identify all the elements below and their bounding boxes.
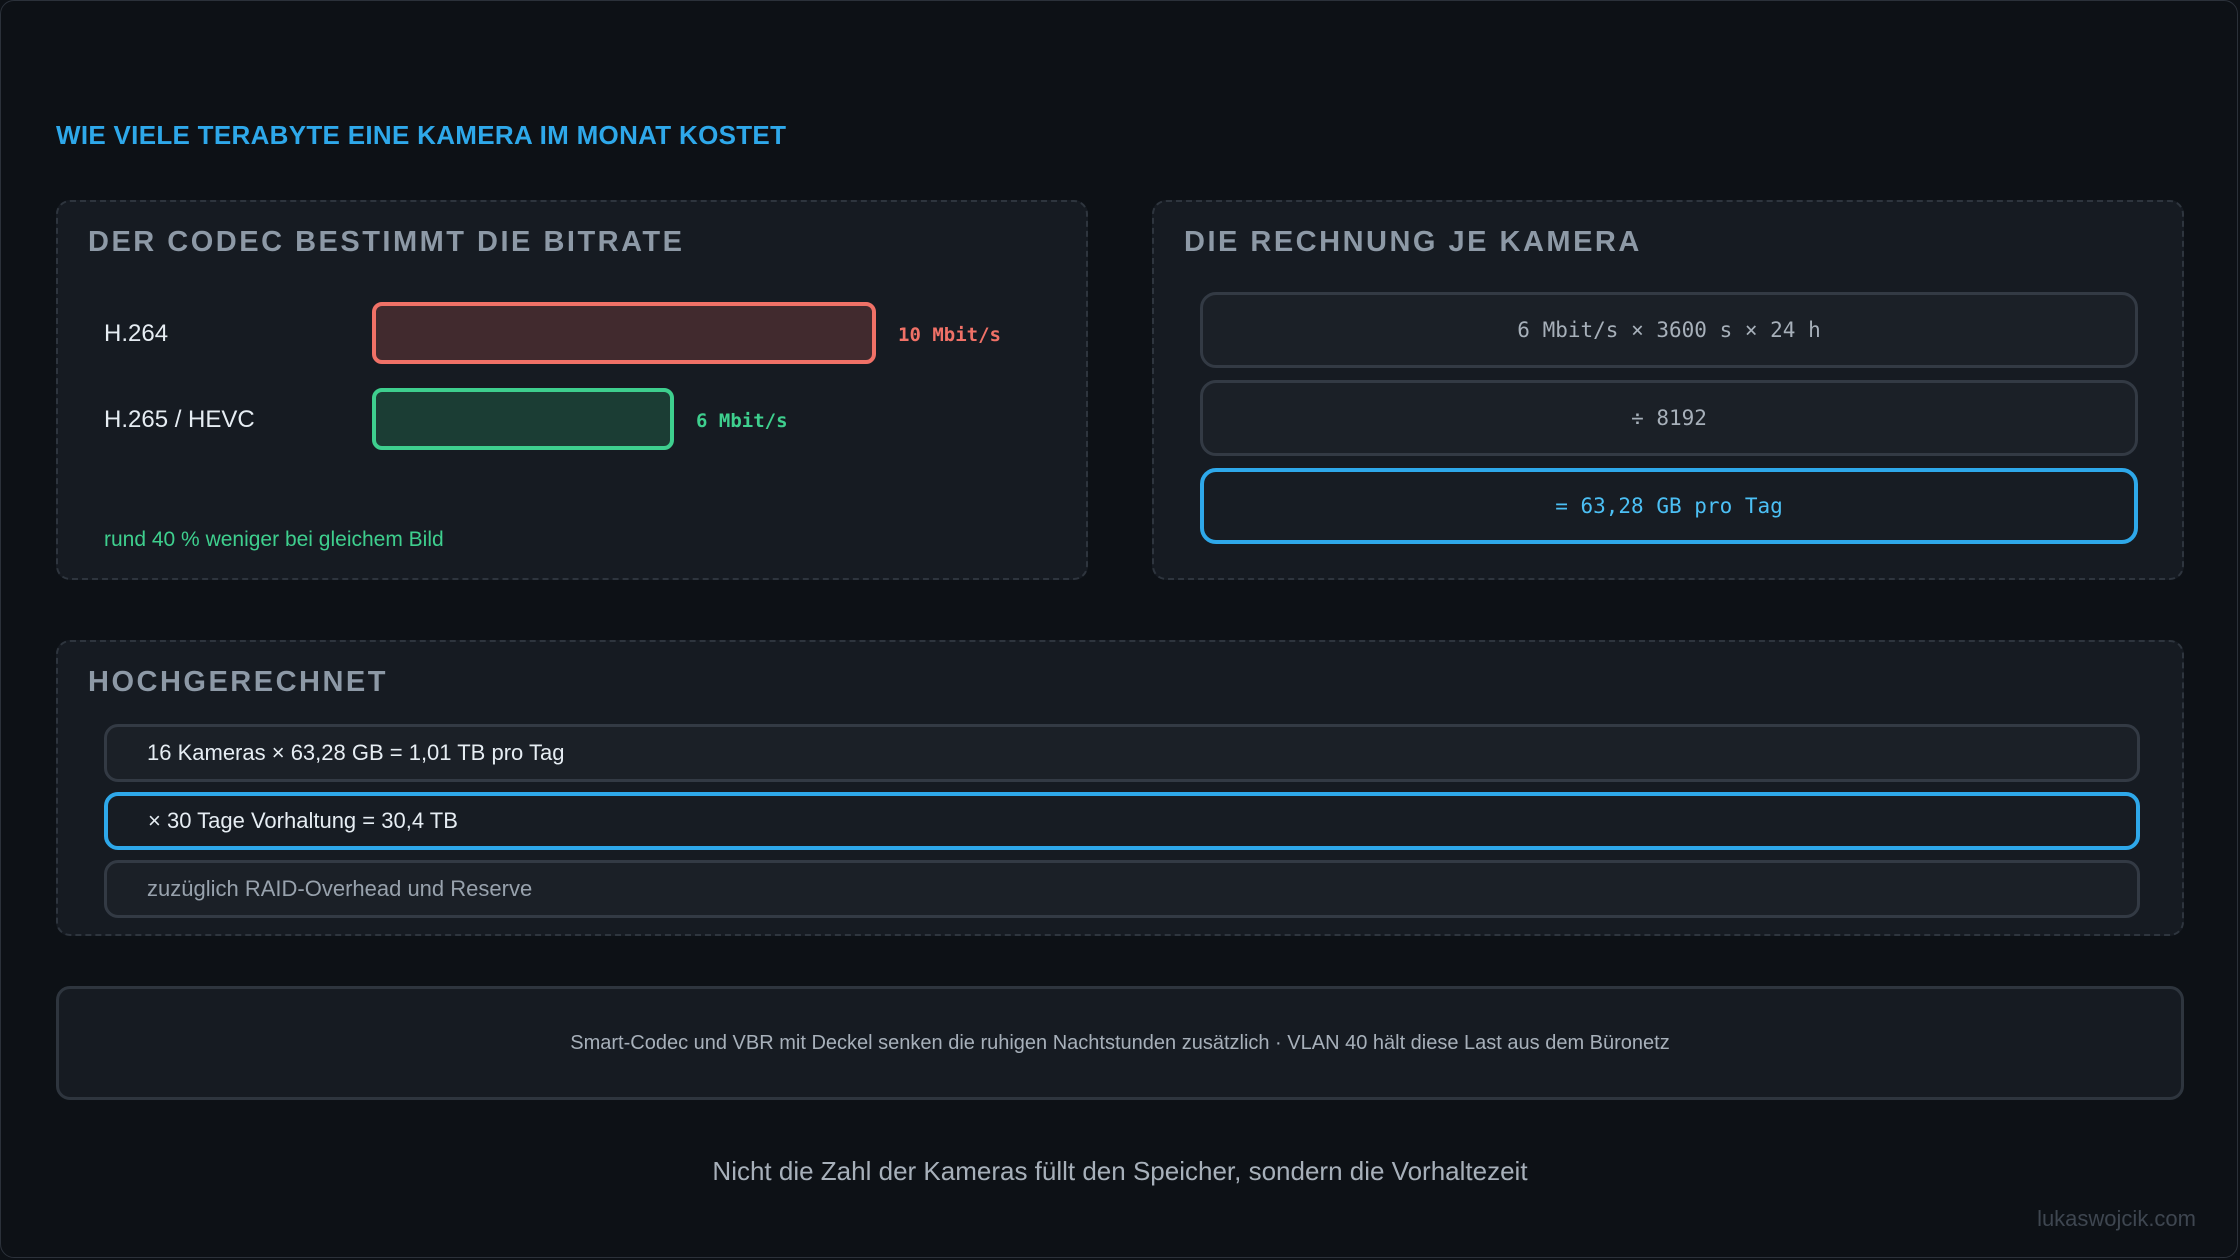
calc-panel: DIE RECHNUNG JE KAMERA 6 Mbit/s × 3600 s… [1152, 200, 2184, 580]
codec-row-h264: H.264 10 Mbit/s [58, 302, 1086, 368]
codec-label: H.265 / HEVC [104, 406, 255, 433]
scale-panel-title: HOCHGERECHNET [88, 666, 388, 698]
codec-panel: DER CODEC BESTIMMT DIE BITRATE H.264 10 … [56, 200, 1088, 580]
codec-label: H.264 [104, 320, 169, 347]
info-note: Smart-Codec und VBR mit Deckel senken di… [56, 986, 2184, 1100]
codec-panel-title: DER CODEC BESTIMMT DIE BITRATE [88, 226, 685, 258]
calc-step: 6 Mbit/s × 3600 s × 24 h [1200, 292, 2138, 368]
scale-row-muted: zuzüglich RAID-Overhead und Reserve [104, 860, 2140, 918]
calc-step: ÷ 8192 [1200, 380, 2138, 456]
savings-note: rund 40 % weniger bei gleichem Bild [104, 528, 444, 551]
codec-row-h265: H.265 / HEVC 6 Mbit/s [58, 388, 1086, 454]
bitrate-value: 6 Mbit/s [696, 410, 788, 432]
scale-row: 16 Kameras × 63,28 GB = 1,01 TB pro Tag [104, 724, 2140, 782]
bitrate-bar [372, 302, 876, 364]
scale-row-highlight: × 30 Tage Vorhaltung = 30,4 TB [104, 792, 2140, 850]
bitrate-value: 10 Mbit/s [898, 324, 1001, 346]
calc-panel-title: DIE RECHNUNG JE KAMERA [1184, 226, 1642, 258]
page-title: WIE VIELE TERABYTE EINE KAMERA IM MONAT … [56, 120, 787, 150]
calc-result: = 63,28 GB pro Tag [1200, 468, 2138, 544]
credit-link[interactable]: lukaswojcik.com [2037, 1206, 2196, 1232]
scale-panel: HOCHGERECHNET 16 Kameras × 63,28 GB = 1,… [56, 640, 2184, 936]
bitrate-bar [372, 388, 674, 450]
tagline: Nicht die Zahl der Kameras füllt den Spe… [712, 1156, 1528, 1186]
